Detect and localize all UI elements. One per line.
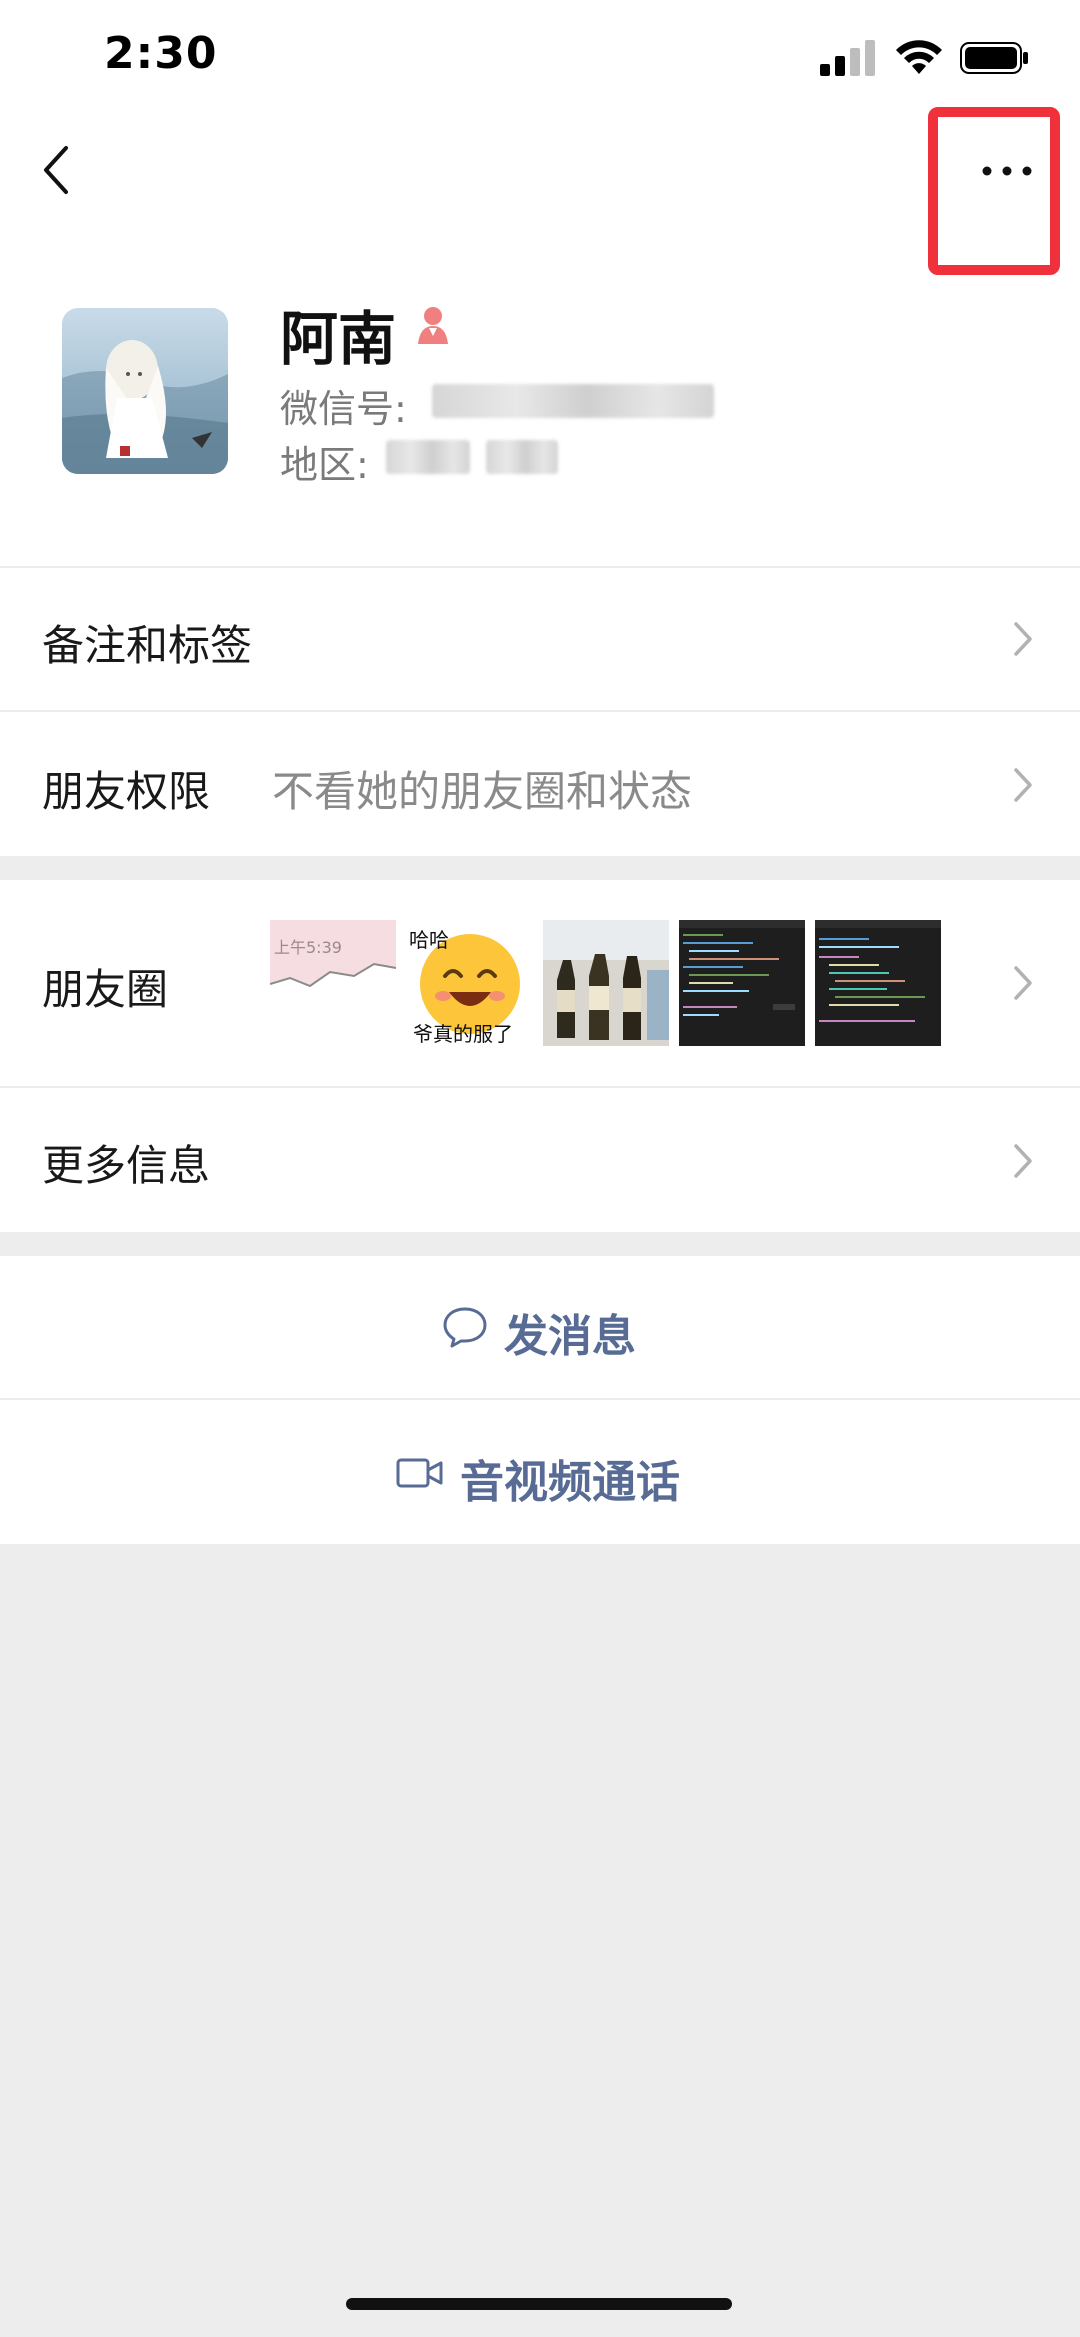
moments-thumb-2-caption-top: 哈哈 xyxy=(409,928,449,952)
wechat-id-line: 微信号: xyxy=(280,378,407,433)
avatar[interactable] xyxy=(62,308,228,474)
friend-permissions-row[interactable]: 朋友权限 不看她的朋友圈和状态 xyxy=(0,712,1080,856)
coffee-bottles-image xyxy=(543,920,669,1046)
wechat-id-value-blurred xyxy=(432,384,714,418)
more-dots-icon xyxy=(982,166,1032,176)
female-icon xyxy=(418,307,448,344)
remarks-tags-row[interactable]: 备注和标签 xyxy=(0,568,1080,710)
remarks-tags-label: 备注和标签 xyxy=(42,621,253,670)
more-info-row[interactable]: 更多信息 xyxy=(0,1088,1080,1232)
chevron-right-icon xyxy=(1014,966,1032,1000)
moments-thumb-3 xyxy=(543,920,669,1046)
status-time: 2:30 xyxy=(104,28,218,79)
wechat-id-label: 微信号: xyxy=(280,387,407,431)
chevron-left-icon xyxy=(44,146,68,194)
av-call-label: 音视频通话 xyxy=(460,1457,680,1508)
chevron-right-icon xyxy=(1014,1144,1032,1178)
moments-row[interactable]: 朋友圈 上午5:39 哈哈 爷真的服了 xyxy=(0,880,1080,1086)
region-line: 地区: xyxy=(280,434,369,489)
moments-thumb-2: 哈哈 爷真的服了 xyxy=(407,920,533,1046)
code-screenshot-image xyxy=(815,920,941,1046)
highlight-box xyxy=(928,107,1060,275)
chevron-right-icon xyxy=(1014,768,1032,802)
chevron-right-icon xyxy=(1014,622,1032,656)
region-value-blurred-1 xyxy=(386,440,470,474)
region-value-blurred-2 xyxy=(486,440,558,474)
chat-bubble-icon xyxy=(443,1307,487,1348)
code-screenshot-image xyxy=(679,920,805,1046)
contact-nickname: 阿南 xyxy=(280,305,397,373)
profile-header xyxy=(0,0,1080,566)
friend-permissions-label: 朋友权限 xyxy=(42,767,211,816)
send-message-label: 发消息 xyxy=(504,1311,636,1362)
region-label: 地区: xyxy=(280,443,369,487)
moments-thumb-5 xyxy=(815,920,941,1046)
moments-thumb-4 xyxy=(679,920,805,1046)
wifi-icon xyxy=(896,40,942,74)
more-info-label: 更多信息 xyxy=(42,1141,211,1190)
moments-thumb-1: 上午5:39 xyxy=(270,920,396,1046)
moments-thumb-1-caption: 上午5:39 xyxy=(274,938,342,957)
friend-permissions-value: 不看她的朋友圈和状态 xyxy=(272,767,693,816)
moments-thumb-2-caption-bottom: 爷真的服了 xyxy=(413,1022,513,1046)
status-icons xyxy=(820,40,1030,76)
moments-label: 朋友圈 xyxy=(42,965,169,1014)
home-indicator xyxy=(346,2298,732,2310)
send-message-button[interactable]: 发消息 xyxy=(0,1256,1080,1398)
signal-icon xyxy=(820,40,875,76)
video-camera-icon xyxy=(396,1458,443,1488)
back-button[interactable] xyxy=(36,140,76,200)
battery-icon xyxy=(960,42,1028,74)
av-call-button[interactable]: 音视频通话 xyxy=(0,1400,1080,1544)
contact-profile-screen: 2:30 阿南 微信号: 地区: 备注和标签 朋友权限 不看她的朋友圈和状态 朋… xyxy=(0,0,1080,2337)
